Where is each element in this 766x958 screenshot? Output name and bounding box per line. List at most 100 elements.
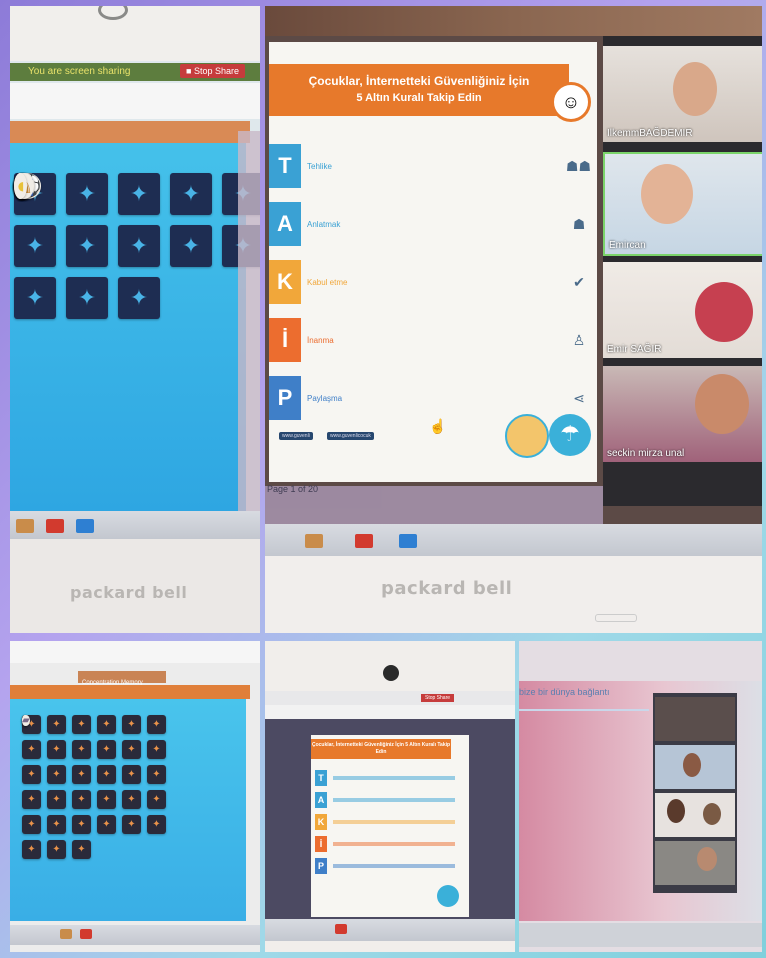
participant-video[interactable] (655, 697, 735, 741)
participant-name: IlkemmBAĞDEMIR (607, 128, 693, 139)
people-icon: ☗☗ (565, 157, 591, 174)
slide-link-tag[interactable]: www.guvenli (279, 432, 313, 440)
laptop-screen: You are screen sharing ■ Stop Share ✦✦◐✦… (10, 61, 260, 539)
memory-card-back[interactable]: ✦ (122, 765, 141, 784)
memory-card-back[interactable]: ✦ (72, 740, 91, 759)
memory-card-back[interactable]: ✦ (47, 740, 66, 759)
memory-card-back[interactable]: ✦ (122, 715, 141, 734)
stop-share-button[interactable]: Stop Share (421, 694, 455, 702)
folder-icon[interactable] (16, 519, 34, 533)
rule-letter: İ (269, 318, 301, 362)
memory-card-back[interactable]: ✦ (147, 715, 166, 734)
check-icon: ✔ (573, 273, 585, 290)
memory-card-back[interactable]: ✦ (118, 225, 160, 267)
memory-card-duck[interactable]: ◖ (14, 173, 28, 199)
memory-card-car[interactable]: ▰ (22, 715, 30, 726)
game-banner (10, 121, 250, 143)
memory-card-back[interactable]: ✦ (72, 790, 91, 809)
memory-card-back[interactable]: ✦ (22, 790, 41, 809)
logo-circle-icon (505, 414, 549, 458)
memory-card-back[interactable]: ✦ (72, 765, 91, 784)
rule-word: İnanma (307, 335, 334, 345)
memory-card-back[interactable]: ✦ (170, 225, 212, 267)
memory-card-back[interactable]: ✦ (122, 790, 141, 809)
pdf-icon[interactable] (80, 929, 92, 939)
rule-letter: K (315, 814, 327, 830)
browser-toolbar (10, 641, 260, 663)
memory-card-back[interactable]: ✦ (22, 815, 41, 834)
memory-card-back[interactable]: ✦ (72, 840, 91, 859)
participant-video[interactable]: Emir SAĞIR (603, 262, 762, 358)
memory-card-back[interactable]: ✦ (72, 715, 91, 734)
taskbar (265, 524, 762, 556)
participant-video[interactable] (655, 745, 735, 789)
address-bar (265, 705, 515, 719)
rule-letter: P (269, 376, 301, 420)
participant-video[interactable]: IlkemmBAĞDEMIR (603, 46, 762, 142)
memory-card-back[interactable]: ✦ (47, 790, 66, 809)
memory-card-back[interactable]: ✦ (14, 277, 56, 319)
laptop-screen: Çocuklar, İnternetteki Güvenliğiniz İçin… (265, 36, 762, 556)
laptop-screen: Stop Share Çocuklar, İnternetteki Güvenl… (265, 691, 515, 941)
memory-card-back[interactable]: ✦ (147, 815, 166, 834)
memory-card-back[interactable]: ✦ (170, 173, 212, 215)
memory-card-back[interactable]: ✦ (47, 815, 66, 834)
brand-logo: packard bell (70, 583, 188, 602)
memory-card-back[interactable]: ✦ (47, 715, 66, 734)
memory-card-back[interactable]: ✦ (22, 765, 41, 784)
rule-text-lines (333, 864, 455, 868)
memory-card-back[interactable]: ✦ (147, 790, 166, 809)
memory-card-back[interactable]: ✦ (47, 765, 66, 784)
app-icon[interactable] (399, 534, 417, 548)
memory-card-back[interactable]: ✦ (147, 740, 166, 759)
participant-video[interactable] (655, 841, 735, 885)
folder-icon[interactable] (60, 929, 72, 939)
memory-card-back[interactable]: ✦ (97, 790, 116, 809)
rule-text-lines (333, 842, 455, 846)
memory-card-back[interactable]: ✦ (118, 173, 160, 215)
memory-card-back[interactable]: ✦ (22, 740, 41, 759)
memory-card-back[interactable]: ✦ (14, 225, 56, 267)
pdf-icon[interactable] (335, 924, 347, 934)
memory-card-back[interactable]: ✦ (97, 765, 116, 784)
participant-face (683, 753, 701, 777)
umbrella-icon: ☂ (549, 414, 591, 456)
memory-card-back[interactable]: ✦ (66, 173, 108, 215)
memory-card-back[interactable]: ✦ (147, 765, 166, 784)
page-heading: bize bir dünya bağlantı (519, 687, 610, 697)
laptop-screen: bize bir dünya bağlantı (519, 681, 762, 921)
rule-letter: İ (315, 836, 327, 852)
memory-card-back[interactable]: ✦ (66, 225, 108, 267)
taskbar (10, 511, 260, 539)
photo-tile-bottom-right: bize bir dünya bağlantı (519, 641, 762, 952)
memory-card-back[interactable]: ✦ (97, 815, 116, 834)
participant-video[interactable]: seckin mirza unal (603, 366, 762, 462)
memory-card-back[interactable]: ✦ (118, 277, 160, 319)
app-icon[interactable] (76, 519, 94, 533)
slide-link-tag[interactable]: www.guvenlicocuk (327, 432, 374, 440)
folder-icon[interactable] (305, 534, 323, 548)
pdf-icon[interactable] (46, 519, 64, 533)
participant-name: seckin mirza unal (607, 448, 685, 459)
brand-logo: packard bell (381, 578, 513, 599)
memory-card-back[interactable]: ✦ (97, 715, 116, 734)
rule-row: A (315, 791, 455, 809)
browser-toolbar (10, 83, 260, 119)
stop-share-button[interactable]: ■ Stop Share (180, 64, 245, 78)
memory-card-back[interactable]: ✦ (66, 277, 108, 319)
memory-card-back[interactable]: ✦ (122, 740, 141, 759)
side-panel (238, 131, 260, 521)
memory-card-back[interactable]: ✦ (22, 840, 41, 859)
memory-card-back[interactable]: ✦ (122, 815, 141, 834)
memory-card-back[interactable]: ✦ (47, 840, 66, 859)
memory-card-back[interactable]: ✦ (97, 740, 116, 759)
pdf-icon[interactable] (355, 534, 373, 548)
rule-word: Anlatmak (307, 219, 341, 229)
screenshare-notice: You are screen sharing (28, 66, 131, 77)
person-icon: ☗ (572, 215, 586, 232)
rule-letter: A (315, 792, 327, 808)
memory-card-back[interactable]: ✦ (72, 815, 91, 834)
participant-video[interactable] (655, 793, 735, 837)
rule-row: İ (315, 835, 455, 853)
participant-video-active[interactable]: Emircan (603, 152, 762, 256)
